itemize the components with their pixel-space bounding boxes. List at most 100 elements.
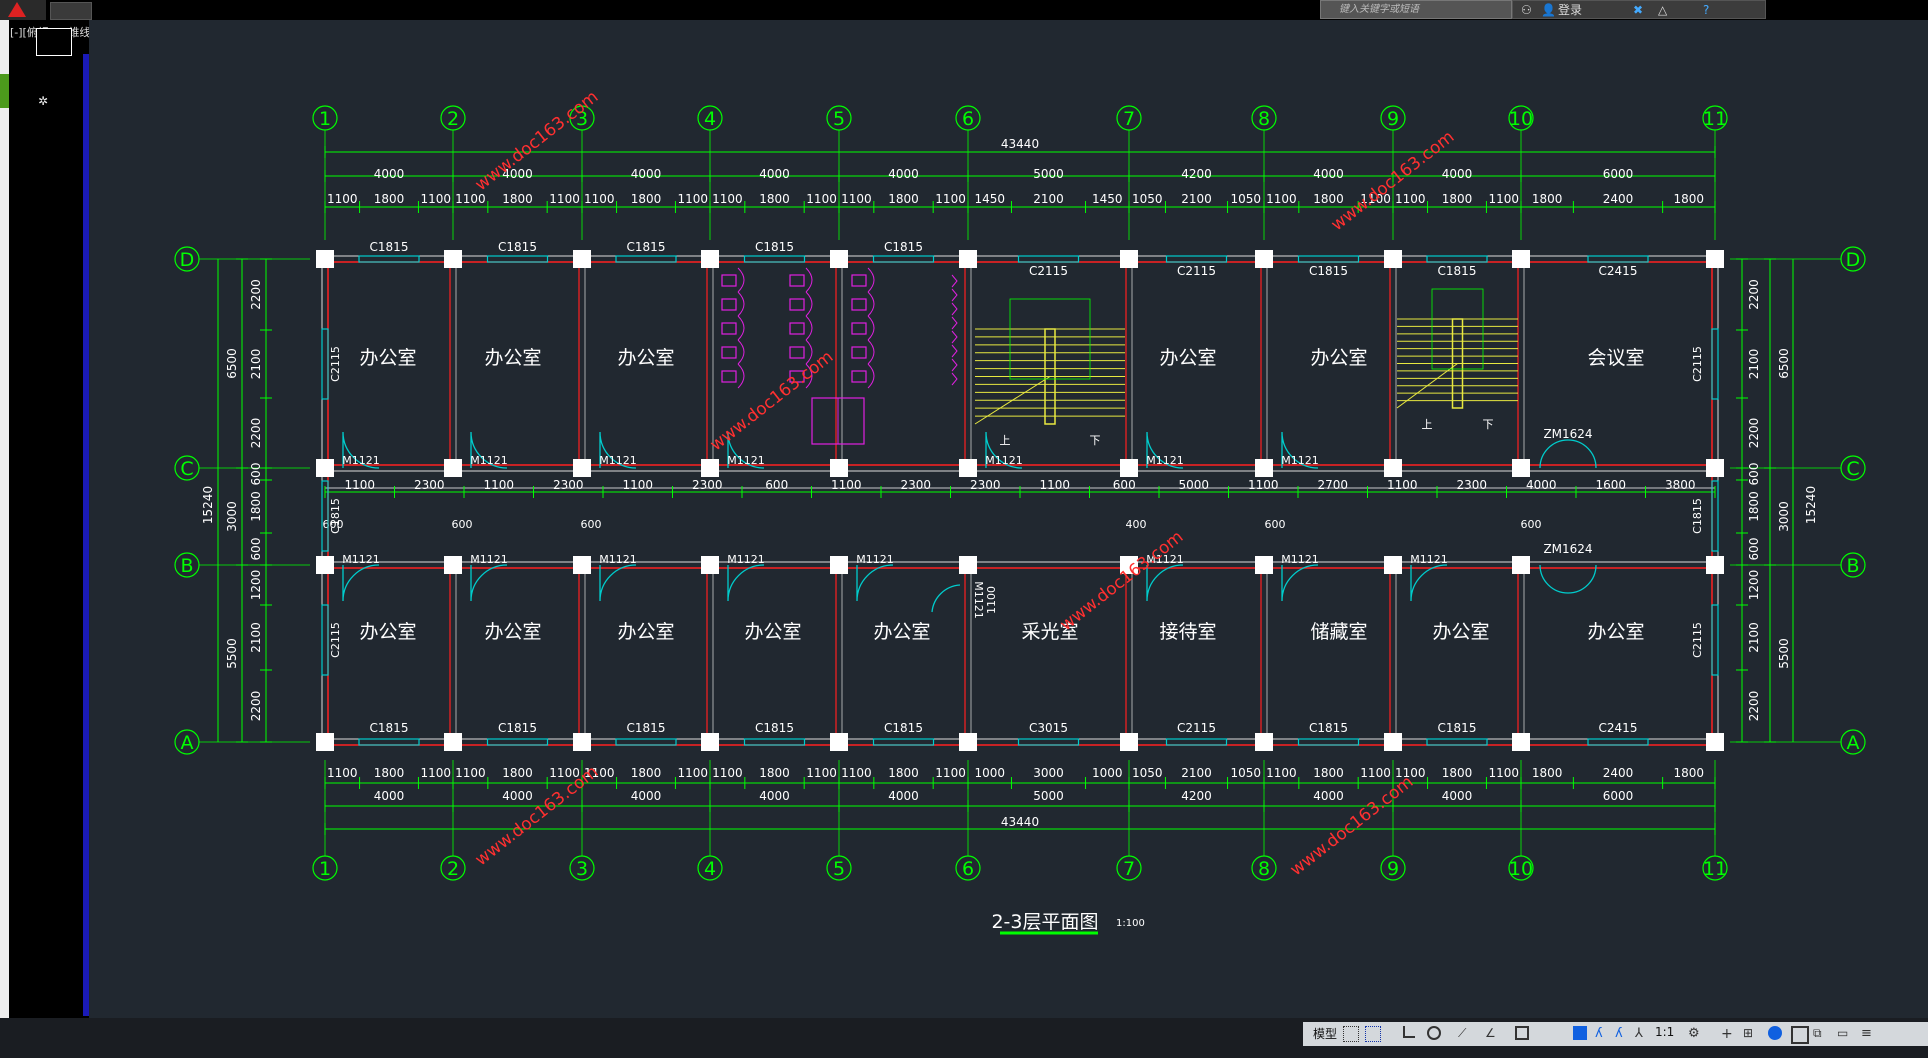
status-bar: 模型 ⟋ ∠ ʎ ʎ ⅄ 1:1 ⚙ + ⊞ ⧉ ▭ ≡ bbox=[1303, 1022, 1928, 1046]
dim-text: 3800 bbox=[1665, 478, 1696, 492]
watermark: www.doc163.com bbox=[472, 762, 603, 870]
user-icon[interactable]: 👤 bbox=[1541, 1, 1556, 20]
axis-letter: B bbox=[1846, 555, 1859, 577]
units-icon[interactable]: ⊞ bbox=[1743, 1026, 1757, 1040]
menu-icon[interactable]: ≡ bbox=[1861, 1026, 1875, 1041]
dim-text: 43440 bbox=[1001, 815, 1039, 829]
dim-text: 600 bbox=[452, 518, 473, 531]
dim-text: 1050 bbox=[1132, 192, 1163, 206]
dim-text: 1800 bbox=[631, 766, 662, 780]
column bbox=[830, 459, 848, 477]
window-label: C1815 bbox=[627, 240, 666, 254]
snap-grid-icon[interactable] bbox=[1365, 1026, 1381, 1042]
dim-text: 2100 bbox=[1747, 622, 1761, 653]
room-name: 办公室 bbox=[484, 621, 541, 643]
stair-label: 上 bbox=[1422, 418, 1433, 431]
column bbox=[701, 733, 719, 751]
annotation-icon[interactable]: ʎ bbox=[1595, 1026, 1609, 1041]
binoculars-icon[interactable]: ⚇ bbox=[1521, 1, 1532, 20]
room-name: 储藏室 bbox=[1310, 621, 1367, 643]
axis-number: 4 bbox=[704, 858, 716, 880]
toilet-fixture bbox=[851, 322, 867, 335]
application-menu-button[interactable] bbox=[0, 0, 46, 20]
column bbox=[830, 250, 848, 268]
login-button[interactable]: 登录 bbox=[1558, 1, 1582, 20]
floor-plan: 11223344556677889910101111D DC CB BA A434404… bbox=[174, 87, 1866, 935]
annotation-visibility-icon[interactable]: ʎ bbox=[1615, 1026, 1629, 1041]
stair-landing bbox=[1431, 288, 1484, 370]
door-swing bbox=[599, 564, 637, 602]
dim-text: 4000 bbox=[374, 789, 405, 803]
dim-text: 1800 bbox=[1442, 766, 1473, 780]
window bbox=[1297, 738, 1360, 746]
dim-text: 1800 bbox=[1532, 192, 1563, 206]
dim-text: 1100 bbox=[712, 766, 743, 780]
dim-text: 1100 bbox=[831, 478, 862, 492]
model-space-button[interactable]: 模型 bbox=[1313, 1025, 1337, 1042]
dim-text: 1100 bbox=[1039, 478, 1070, 492]
column bbox=[1120, 250, 1138, 268]
column bbox=[573, 459, 591, 477]
annotation-scale-icon[interactable]: ⅄ bbox=[1635, 1026, 1649, 1041]
help-icon[interactable]: ? bbox=[1703, 1, 1709, 20]
quick-access-toolbar[interactable] bbox=[50, 2, 92, 20]
osnap-icon[interactable]: ⟋ bbox=[1458, 1026, 1472, 1040]
search-input[interactable]: 键入关键字或短语 bbox=[1320, 0, 1512, 19]
exchange-icon[interactable]: ✖ bbox=[1633, 1, 1643, 20]
dim-text: 4000 bbox=[759, 789, 790, 803]
door-label: M1121 bbox=[1281, 553, 1319, 566]
clean-screen-icon[interactable]: ⧉ bbox=[1813, 1026, 1827, 1040]
toilet-fixture bbox=[851, 274, 867, 287]
stair-label: 下 bbox=[1483, 418, 1494, 431]
door-label: ZM1624 bbox=[1543, 427, 1592, 441]
door-label: M1121 bbox=[1410, 553, 1448, 566]
window bbox=[1017, 255, 1080, 263]
window-label: C1815 bbox=[1691, 498, 1704, 534]
grid-icon[interactable] bbox=[1343, 1026, 1359, 1042]
watermark: www.doc163.com bbox=[472, 87, 603, 195]
dim-text: 6000 bbox=[1603, 167, 1634, 181]
dim-text: 2100 bbox=[1181, 766, 1212, 780]
dim-text: 4200 bbox=[1181, 789, 1212, 803]
toilet-fixture bbox=[721, 298, 737, 311]
ortho-icon[interactable] bbox=[1403, 1026, 1415, 1038]
dim-text: 1450 bbox=[1092, 192, 1123, 206]
room-name: 接待室 bbox=[1159, 621, 1216, 643]
autocad-logo-icon bbox=[8, 2, 26, 17]
drawing-canvas[interactable]: 1 1 2 2 3 3 4 4 5 5 6 6 7 7 8 8 9 9 10 10 11 11 D D C C B B A A 43440 4… bbox=[89, 20, 1928, 1020]
column bbox=[1255, 556, 1273, 574]
lineweight-icon[interactable] bbox=[1573, 1026, 1587, 1040]
gear-icon[interactable]: ⚙ bbox=[1688, 1026, 1702, 1041]
axis-number: 3 bbox=[576, 858, 588, 880]
door-label: M1121 bbox=[856, 553, 894, 566]
plus-icon[interactable]: + bbox=[1721, 1026, 1735, 1042]
selection-icon[interactable] bbox=[1515, 1026, 1529, 1040]
room-name: 办公室 bbox=[359, 621, 416, 643]
annotation-scale-value[interactable]: 1:1 bbox=[1655, 1025, 1674, 1039]
app-store-icon[interactable]: △ bbox=[1658, 1, 1667, 20]
door-label: ZM1624 bbox=[1543, 542, 1592, 556]
column bbox=[316, 733, 334, 751]
dim-text: 6000 bbox=[1603, 789, 1634, 803]
polar-icon[interactable] bbox=[1427, 1026, 1441, 1040]
door-swing bbox=[1539, 564, 1569, 594]
axis-letter: A bbox=[181, 732, 194, 754]
dim-text: 1100 bbox=[985, 586, 998, 614]
fullscreen-icon[interactable]: ▭ bbox=[1837, 1026, 1851, 1040]
dim-text: 4000 bbox=[1442, 167, 1473, 181]
dim-text: 2100 bbox=[1181, 192, 1212, 206]
otrack-icon[interactable]: ∠ bbox=[1485, 1026, 1499, 1040]
dim-text: 1800 bbox=[374, 192, 405, 206]
isolate-icon[interactable] bbox=[1768, 1026, 1782, 1040]
hardware-icon[interactable] bbox=[1791, 1026, 1809, 1044]
column bbox=[1706, 250, 1724, 268]
dim-text: 1100 bbox=[1266, 192, 1297, 206]
palette-tab[interactable] bbox=[36, 28, 72, 56]
door-swing bbox=[931, 584, 961, 613]
window-label: C2115 bbox=[329, 346, 342, 382]
window bbox=[486, 738, 549, 746]
dim-text: 1100 bbox=[1488, 766, 1519, 780]
palette-icon[interactable]: ✲ bbox=[38, 94, 48, 108]
dim-text: 2200 bbox=[249, 418, 263, 449]
door-swing bbox=[1567, 439, 1597, 469]
